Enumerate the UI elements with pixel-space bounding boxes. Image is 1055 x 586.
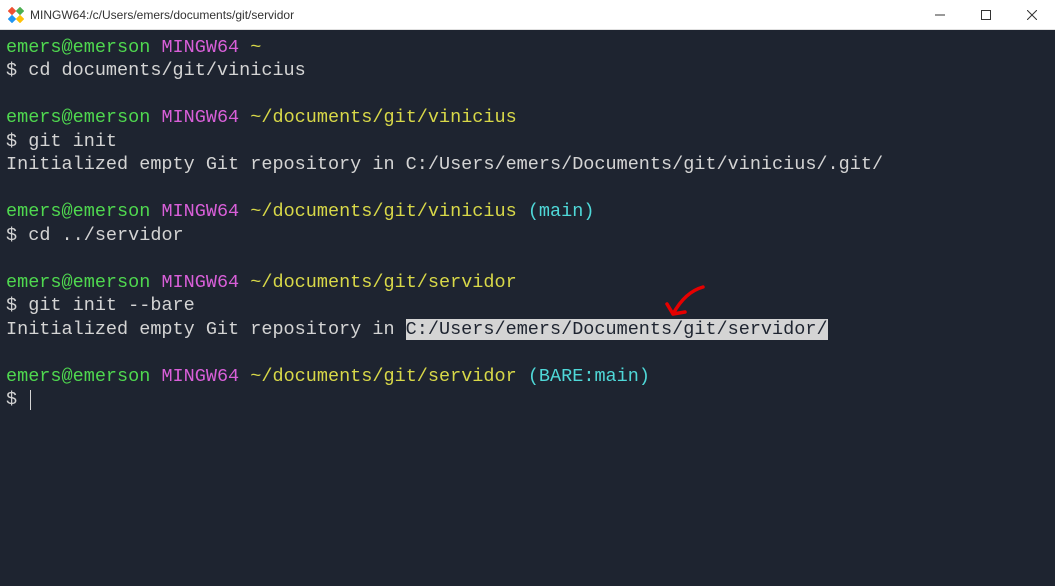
cursor-icon: [30, 390, 31, 410]
command-text: git init --bare: [28, 295, 195, 316]
window-controls: [917, 0, 1055, 29]
command-line: $: [6, 388, 1049, 411]
minimize-button[interactable]: [917, 0, 963, 30]
prompt-symbol: $: [6, 60, 17, 81]
mingw-label: MINGW64: [161, 201, 239, 222]
mingw-label: MINGW64: [161, 37, 239, 58]
prompt-line: emers@emerson MINGW64 ~/documents/git/vi…: [6, 200, 1049, 223]
terminal[interactable]: emers@emerson MINGW64 ~ $ cd documents/g…: [0, 30, 1055, 586]
blank-line: [6, 177, 1049, 200]
maximize-button[interactable]: [963, 0, 1009, 30]
prompt-line: emers@emerson MINGW64 ~/documents/git/vi…: [6, 106, 1049, 129]
blank-line: [6, 247, 1049, 270]
path-label: ~/documents/git/servidor: [250, 366, 516, 387]
command-text: git init: [28, 131, 117, 152]
user-host: emers@emerson: [6, 37, 150, 58]
prompt-symbol: $: [6, 295, 17, 316]
command-line: $ cd documents/git/vinicius: [6, 59, 1049, 82]
blank-line: [6, 83, 1049, 106]
command-text: cd documents/git/vinicius: [28, 60, 306, 81]
output-prefix: Initialized empty Git repository in: [6, 319, 406, 340]
prompt-symbol: $: [6, 131, 17, 152]
blank-line: [6, 341, 1049, 364]
user-host: emers@emerson: [6, 201, 150, 222]
prompt-symbol: $: [6, 389, 17, 410]
output-line: Initialized empty Git repository in C:/U…: [6, 153, 1049, 176]
branch-label: (BARE:main): [528, 366, 650, 387]
titlebar: MINGW64:/c/Users/emers/documents/git/ser…: [0, 0, 1055, 30]
prompt-line: emers@emerson MINGW64 ~: [6, 36, 1049, 59]
command-line: $ git init: [6, 130, 1049, 153]
mingw-label: MINGW64: [161, 366, 239, 387]
prompt-symbol: $: [6, 225, 17, 246]
command-text: cd ../servidor: [28, 225, 183, 246]
mingw-label: MINGW64: [161, 272, 239, 293]
app-icon: [8, 7, 24, 23]
output-line: Initialized empty Git repository in C:/U…: [6, 318, 1049, 341]
path-label: ~/documents/git/servidor: [250, 272, 516, 293]
path-label: ~/documents/git/vinicius: [250, 107, 516, 128]
output-highlight: C:/Users/emers/Documents/git/servidor/: [406, 319, 828, 340]
user-host: emers@emerson: [6, 366, 150, 387]
command-line: $ git init --bare: [6, 294, 1049, 317]
path-label: ~/documents/git/vinicius: [250, 201, 516, 222]
prompt-line: emers@emerson MINGW64 ~/documents/git/se…: [6, 365, 1049, 388]
user-host: emers@emerson: [6, 107, 150, 128]
titlebar-left: MINGW64:/c/Users/emers/documents/git/ser…: [8, 7, 294, 23]
user-host: emers@emerson: [6, 272, 150, 293]
branch-label: (main): [528, 201, 595, 222]
window-title: MINGW64:/c/Users/emers/documents/git/ser…: [30, 8, 294, 22]
path-label: ~: [250, 37, 261, 58]
close-button[interactable]: [1009, 0, 1055, 30]
prompt-line: emers@emerson MINGW64 ~/documents/git/se…: [6, 271, 1049, 294]
command-line: $ cd ../servidor: [6, 224, 1049, 247]
mingw-label: MINGW64: [161, 107, 239, 128]
